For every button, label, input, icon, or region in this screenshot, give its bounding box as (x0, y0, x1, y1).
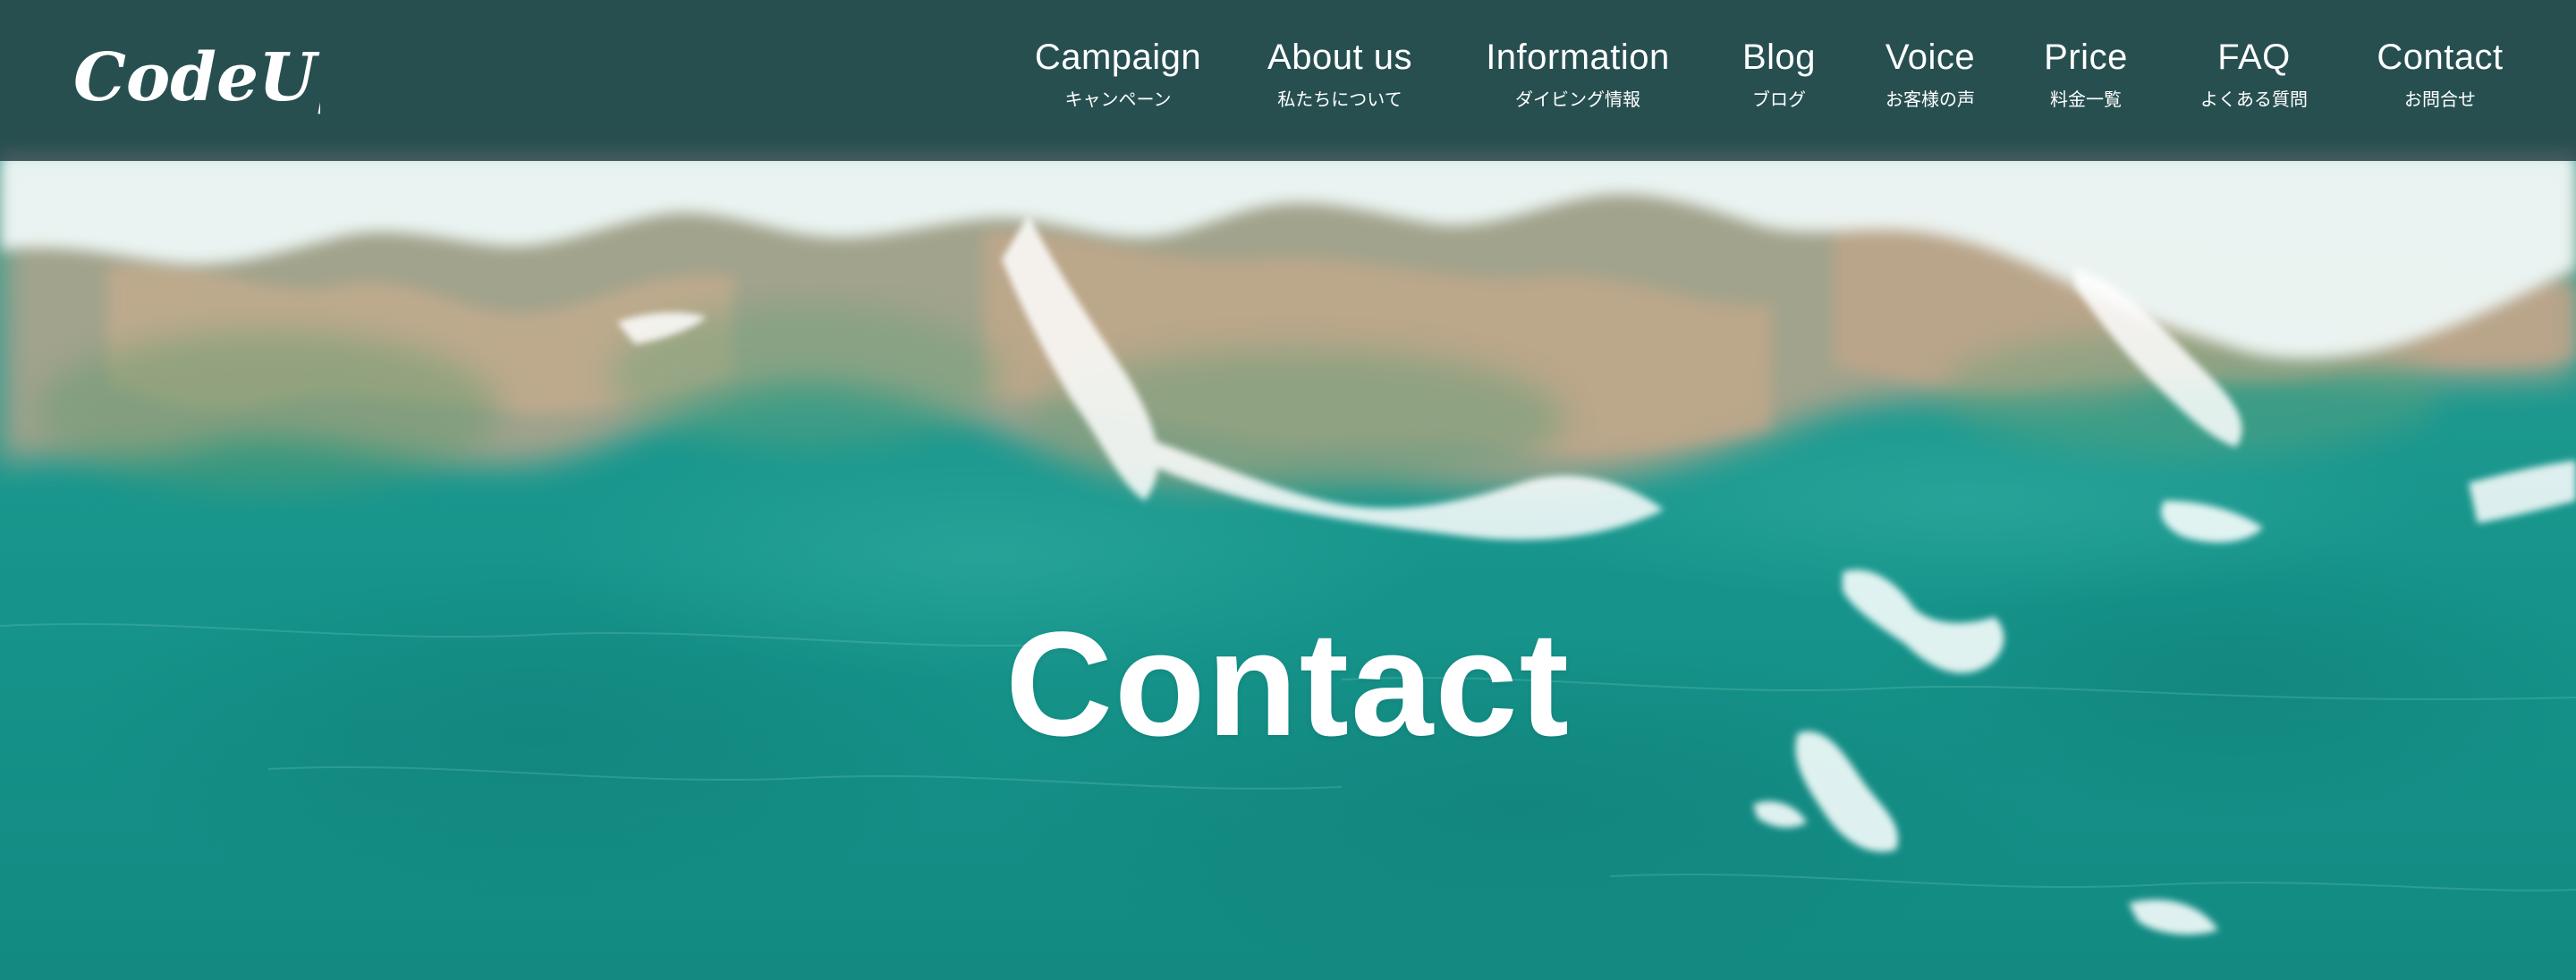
nav-label-en: Voice (1885, 38, 1976, 77)
nav-item-faq[interactable]: FAQ よくある質問 (2200, 34, 2308, 123)
site-header: CodeUps Campaign キャンペーン About us 私たちについて… (0, 0, 2576, 161)
nav-label-ja: お客様の声 (1885, 89, 1975, 110)
nav-item-about-us[interactable]: About us 私たちについて (1267, 34, 1412, 123)
nav-label-en: About us (1267, 38, 1412, 77)
nav-label-en: Blog (1741, 38, 1817, 77)
global-nav: Campaign キャンペーン About us 私たちについて Informa… (0, 0, 2576, 161)
nav-label-en: Contact (2377, 38, 2504, 77)
nav-item-price[interactable]: Price 料金一覧 (2044, 34, 2128, 123)
nav-label-en: FAQ (2217, 38, 2291, 77)
nav-item-information[interactable]: Information ダイビング情報 (1486, 34, 1670, 123)
nav-label-ja: 料金一覧 (2049, 89, 2122, 110)
nav-label-ja: お問合せ (2403, 89, 2476, 110)
nav-item-blog[interactable]: Blog ブログ (1742, 34, 1816, 123)
hero-section: CodeUps Campaign キャンペーン About us 私たちについて… (0, 0, 2576, 980)
nav-item-voice[interactable]: Voice お客様の声 (1885, 34, 1975, 123)
nav-item-contact[interactable]: Contact お問合せ (2377, 34, 2503, 123)
nav-label-ja: キャンペーン (1064, 89, 1172, 110)
page-title: Contact (1005, 602, 1571, 768)
nav-label-ja: 私たちについて (1277, 89, 1402, 110)
nav-label-en: Information (1486, 38, 1670, 77)
nav-label-ja: ブログ (1752, 89, 1806, 110)
nav-label-en: Campaign (1034, 38, 1202, 77)
nav-label-en: Price (2044, 38, 2128, 77)
nav-label-ja: ダイビング情報 (1514, 89, 1640, 110)
nav-item-campaign[interactable]: Campaign キャンペーン (1035, 34, 1201, 123)
nav-label-ja: よくある質問 (2200, 89, 2308, 110)
